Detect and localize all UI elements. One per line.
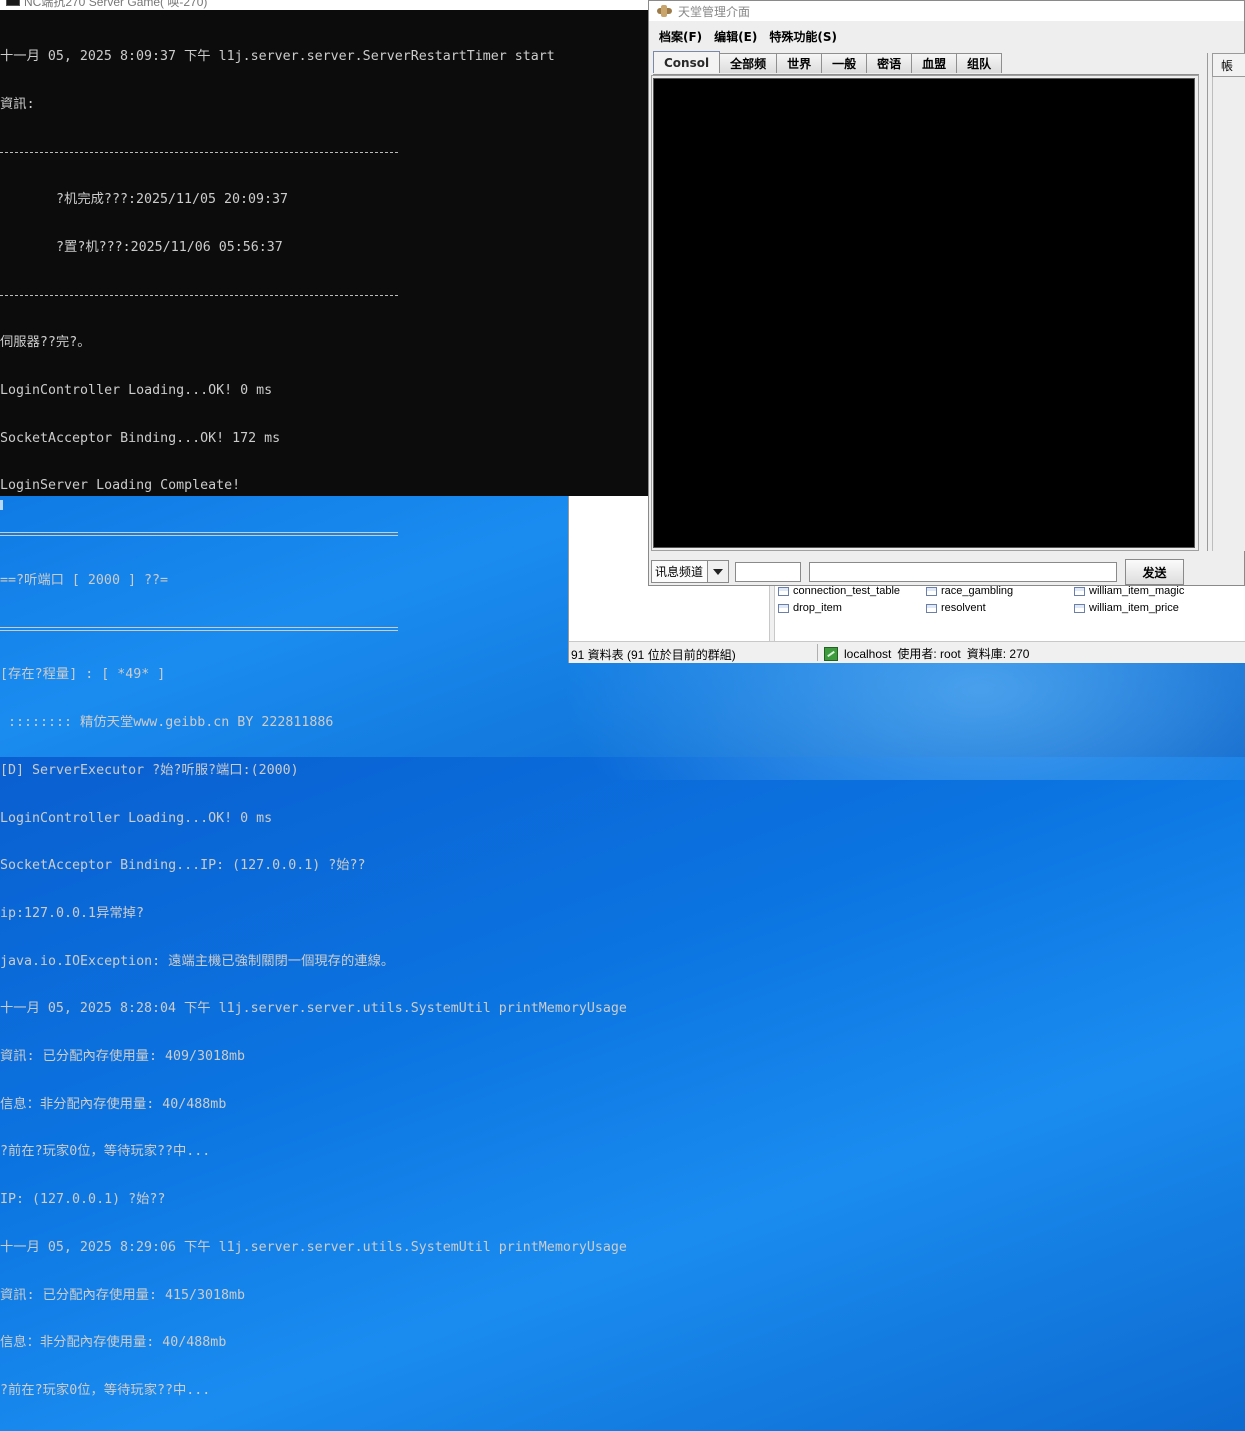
connection-icon: [824, 646, 838, 661]
console-line: ?前在?玩家0位，等待玩家??中...: [0, 1144, 211, 1160]
console-line: IP: (127.0.0.1) ?始??: [0, 1192, 166, 1208]
console-line: SocketAcceptor Binding...OK! 172 ms: [0, 430, 281, 446]
console-line: ?机完成???:2025/11/05 20:09:37: [0, 192, 289, 208]
tab-world[interactable]: 世界: [776, 53, 823, 73]
console-line: 十一月 05, 2025 8:09:37 下午 l1j.server.serve…: [0, 48, 555, 64]
right-panel-tab-label: 帳: [1221, 59, 1234, 73]
db-table-item[interactable]: race_gambling: [926, 585, 1013, 597]
db-table-list-pane: connection_test_table race_gambling will…: [774, 581, 1245, 642]
db-table-item[interactable]: drop_item: [778, 602, 842, 614]
console-line: LoginController Loading...OK! 0 ms: [0, 810, 273, 826]
status-divider: [817, 644, 818, 661]
table-icon: [1074, 586, 1085, 596]
menu-file[interactable]: 档案(F): [653, 25, 708, 47]
cmd-icon: [6, 0, 20, 6]
console-line: 伺服器??完?。: [0, 335, 91, 351]
console-line: ?前在?玩家0位，等待玩家??中...: [0, 1382, 211, 1398]
right-panel-tab[interactable]: 帳: [1212, 53, 1245, 77]
game-manager-window[interactable]: 天堂管理介面 档案(F) 编辑(E) 特殊功能(S) Consol 全部频 世界…: [648, 0, 1245, 586]
console-line: ip:127.0.0.1异常掉?: [0, 905, 144, 921]
app-logo-icon: [657, 5, 672, 17]
db-table-name: drop_item: [793, 602, 842, 614]
tab-whisper[interactable]: 密语: [866, 53, 913, 73]
console-line: SocketAcceptor Binding...IP: (127.0.0.1)…: [0, 858, 366, 874]
tab-clan[interactable]: 血盟: [911, 53, 958, 73]
channel-tabs: Consol 全部频 世界 一般 密语 血盟 组队: [653, 51, 1003, 75]
db-table-item[interactable]: william_item_magic: [1074, 585, 1184, 597]
console-line: 信息：非分配內存使用量: 40/488mb: [0, 1335, 227, 1351]
message-bar: 讯息频道 发送: [649, 557, 1244, 585]
console-line: :::::::: 精仿天堂www.geibb.cn BY 222811886: [0, 715, 334, 731]
console-line: ==?听端口 [ 2000 ] ??=: [0, 572, 168, 588]
target-name-input[interactable]: [735, 562, 801, 582]
app-title: 天堂管理介面: [678, 4, 751, 19]
console-titlebar[interactable]: NC端抗270 Server Game( 唤-270): [0, 0, 648, 10]
db-table-item[interactable]: william_item_price: [1074, 602, 1179, 614]
chevron-down-icon: [713, 568, 723, 575]
console-separator: [0, 532, 398, 537]
right-panel-divider: [1212, 77, 1213, 551]
console-line: ?置?机???:2025/11/06 05:56:37: [0, 239, 283, 255]
console-line: [存在?程量] : [ *49* ]: [0, 667, 166, 683]
db-table-item[interactable]: resolvent: [926, 602, 986, 614]
console-separator: [0, 295, 398, 297]
table-icon: [926, 603, 937, 613]
menu-special[interactable]: 特殊功能(S): [763, 25, 843, 47]
console-line: 資訊:: [0, 96, 35, 112]
console-line: 信息：非分配內存使用量: 40/488mb: [0, 1096, 227, 1112]
console-display[interactable]: [653, 78, 1195, 548]
status-host: localhost: [844, 646, 892, 661]
tab-party[interactable]: 组队: [956, 53, 1003, 73]
console-line: java.io.IOException: 遠端主機已強制關閉一個現存的連線。: [0, 953, 395, 969]
app-titlebar[interactable]: 天堂管理介面: [649, 1, 1244, 21]
db-table-name: william_item_magic: [1089, 585, 1185, 597]
table-icon: [778, 586, 789, 596]
console-line: 十一月 05, 2025 8:29:06 下午 l1j.server.serve…: [0, 1239, 627, 1255]
console-line: LoginController Loading...OK! 0 ms: [0, 382, 273, 398]
console-separator: [0, 626, 398, 631]
tab-consol[interactable]: Consol: [653, 51, 721, 73]
menu-edit[interactable]: 编辑(E): [708, 25, 763, 47]
channel-select[interactable]: 讯息频道: [651, 560, 729, 583]
console-output: 十一月 05, 2025 8:09:37 下午 l1j.server.serve…: [0, 17, 648, 1431]
status-database: 資料庫: 270: [966, 647, 1030, 661]
console-line: 資訊: 已分配內存使用量: 409/3018mb: [0, 1049, 246, 1065]
menu-bar: 档案(F) 编辑(E) 特殊功能(S): [649, 25, 843, 47]
desktop-edge-mark: [0, 500, 3, 510]
tab-all[interactable]: 全部频: [719, 53, 778, 73]
console-line: [D] ServerExecutor ?始?听服?端口:(2000): [0, 762, 299, 778]
status-user: 使用者: root: [897, 647, 961, 661]
db-table-name: connection_test_table: [793, 585, 901, 597]
right-panel: 帳: [1207, 53, 1245, 551]
db-table-name: race_gambling: [941, 585, 1014, 597]
console-separator: [0, 152, 398, 154]
table-icon: [778, 603, 789, 613]
channel-select-value: 讯息频道: [655, 565, 704, 579]
console-window[interactable]: NC端抗270 Server Game( 唤-270) 十一月 05, 2025…: [0, 0, 648, 1398]
db-table-name: william_item_price: [1089, 602, 1179, 614]
console-line: 十一月 05, 2025 8:28:04 下午 l1j.server.serve…: [0, 1001, 627, 1017]
db-table-item[interactable]: connection_test_table: [778, 585, 900, 597]
tab-normal[interactable]: 一般: [821, 53, 868, 73]
send-button[interactable]: 发送: [1125, 559, 1184, 585]
db-table-name: resolvent: [941, 602, 986, 614]
console-line: LoginServer Loading Compleate!: [0, 478, 241, 494]
dropdown-button[interactable]: [707, 561, 728, 582]
console-title: NC端抗270 Server Game( 唤-270): [24, 0, 208, 9]
status-connection: localhost 使用者: root 資料庫: 270: [824, 645, 1029, 662]
message-input[interactable]: [809, 562, 1117, 582]
table-icon: [1074, 603, 1085, 613]
table-icon: [926, 586, 937, 596]
console-line: 資訊: 已分配內存使用量: 415/3018mb: [0, 1287, 246, 1303]
db-status-bar: 91 資料表 (91 位於目前的群組) localhost 使用者: root …: [569, 641, 1245, 663]
